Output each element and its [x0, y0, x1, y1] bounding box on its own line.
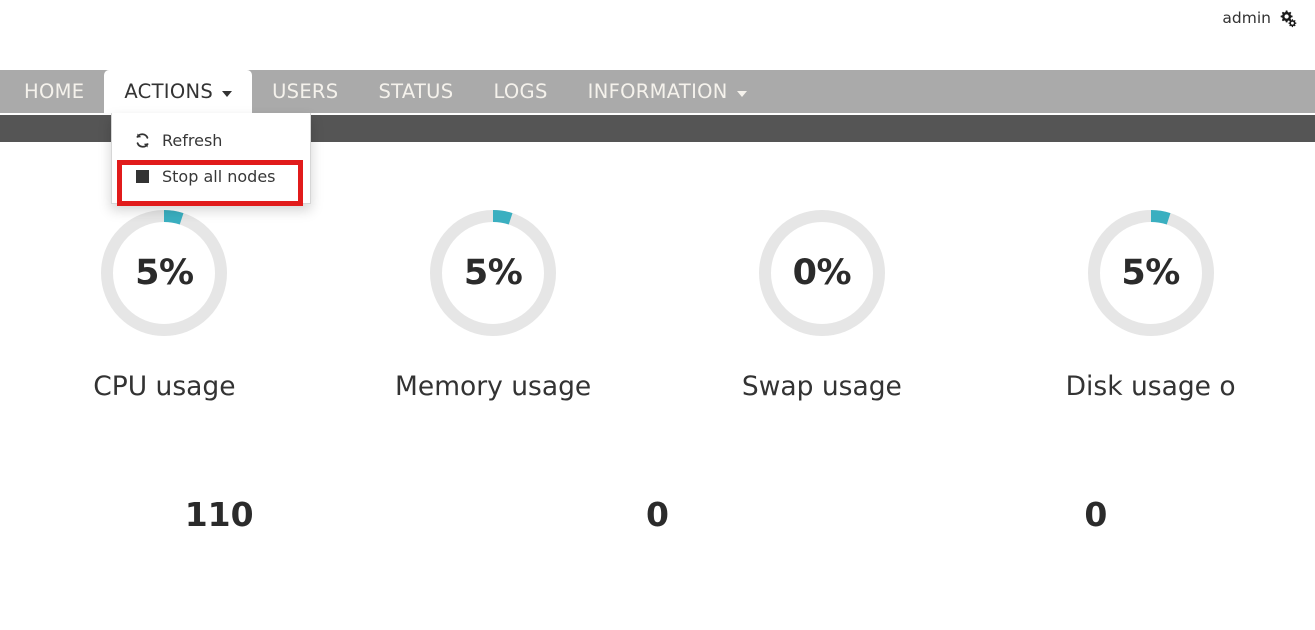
nav-item-information[interactable]: INFORMATION: [568, 70, 767, 113]
main-navigation: HOME ACTIONS USERS STATUS LOGS INFORMATION: [0, 70, 1315, 113]
stat-cell: 0: [877, 495, 1315, 534]
gauge-ring: 5%: [101, 210, 228, 336]
stop-square-icon: [132, 169, 152, 183]
gauge-card: 0% Swap usage: [658, 150, 987, 402]
cogs-icon[interactable]: [1278, 9, 1297, 28]
refresh-icon: [132, 132, 152, 149]
nav-item-label: STATUS: [378, 80, 454, 103]
nav-item-logs[interactable]: LOGS: [473, 70, 567, 113]
nav-item-home[interactable]: HOME: [0, 70, 104, 113]
gauge-value: 5%: [1121, 253, 1180, 293]
gauge-card: 5% Memory usage: [329, 150, 658, 402]
top-header: admin: [0, 0, 1315, 70]
menu-item-stop-all-nodes[interactable]: Stop all nodes: [112, 158, 310, 194]
menu-item-label: Stop all nodes: [162, 166, 276, 186]
nav-list: HOME ACTIONS USERS STATUS LOGS INFORMATION: [0, 70, 1315, 113]
nav-item-label: INFORMATION: [587, 80, 728, 103]
gauge-value: 5%: [463, 253, 523, 293]
menu-item-refresh[interactable]: Refresh: [112, 122, 310, 158]
user-menu[interactable]: admin: [1222, 8, 1297, 28]
gauge-label: Swap usage: [741, 371, 902, 402]
gauge-label: Disk usage o: [1065, 371, 1236, 402]
gauge-ring: 5%: [1087, 210, 1214, 336]
chevron-down-icon: [222, 90, 233, 97]
chevron-down-icon: [736, 90, 747, 97]
menu-item-label: Refresh: [162, 130, 223, 150]
nav-item-actions[interactable]: ACTIONS: [104, 70, 253, 113]
gauge-ring: 5%: [430, 210, 557, 336]
nav-item-label: USERS: [272, 80, 339, 103]
nav-item-label: LOGS: [493, 80, 548, 103]
stat-value: 110: [184, 495, 254, 534]
stats-row: 110 0 0: [0, 495, 1315, 534]
gauge-ring: 0%: [758, 210, 885, 336]
nav-item-users[interactable]: USERS: [252, 70, 358, 113]
gauge-label: CPU usage: [93, 371, 236, 402]
gauge-value: 5%: [135, 253, 194, 293]
gauge-label: Memory usage: [395, 371, 592, 402]
stat-cell: 0: [438, 495, 876, 534]
stat-value: 0: [1084, 495, 1108, 534]
stat-value: 0: [646, 495, 669, 534]
gauge-card: 5% Disk usage o: [986, 150, 1315, 402]
nav-item-status[interactable]: STATUS: [358, 70, 473, 113]
user-label: admin: [1222, 8, 1271, 27]
stat-cell: 110: [0, 495, 438, 534]
actions-dropdown-menu: Refresh Stop all nodes: [111, 113, 311, 204]
nav-item-label: ACTIONS: [124, 80, 214, 103]
gauge-value: 0%: [792, 253, 852, 293]
nav-item-label: HOME: [24, 80, 85, 103]
